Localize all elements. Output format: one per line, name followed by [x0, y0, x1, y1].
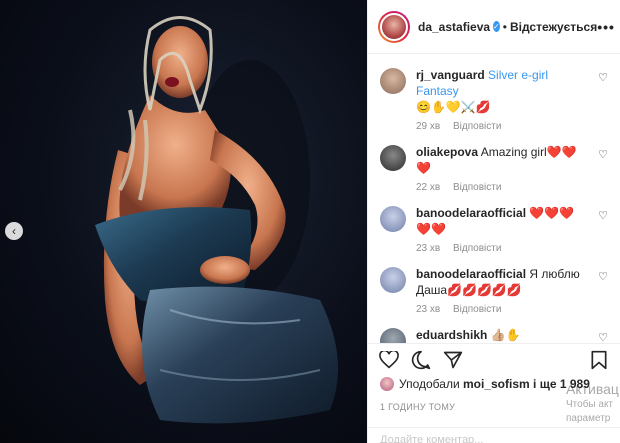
bookmark-button[interactable] — [588, 349, 610, 371]
comment-avatar[interactable] — [380, 267, 406, 293]
heart-icon[interactable]: ♡ — [598, 331, 608, 343]
comment-avatar[interactable] — [380, 328, 406, 343]
reply-button[interactable]: Відповісти — [453, 182, 501, 193]
comments-list[interactable]: rj_vanguard Silver e-girl Fantasy 😊✋💛⚔️💋… — [368, 55, 620, 343]
comment-username[interactable]: oliakepova — [416, 145, 478, 159]
comment-icon — [411, 350, 431, 370]
comment-button[interactable] — [410, 349, 432, 371]
reply-button[interactable]: Відповісти — [453, 304, 501, 315]
comment-item: banoodelaraofficial Я люблю Даша💋💋💋💋💋 23… — [380, 254, 608, 315]
comment-time: 23 хв — [416, 304, 441, 315]
author-avatar[interactable] — [378, 10, 410, 43]
comment-emoji: 😊✋💛⚔️💋 — [416, 100, 491, 114]
follow-status-button[interactable]: Відстежується — [510, 20, 597, 34]
add-comment-input[interactable]: Додайте коментар... — [368, 427, 620, 443]
heart-icon[interactable]: ♡ — [598, 209, 608, 222]
post-side-panel: da_astafieva ✓ • Відстежується ••• rj_va… — [367, 0, 620, 443]
comment-avatar[interactable] — [380, 68, 406, 94]
liker-username[interactable]: moi_sofism — [463, 377, 530, 391]
post-header: da_astafieva ✓ • Відстежується ••• — [368, 0, 620, 54]
comment-username[interactable]: eduardshikh — [416, 328, 487, 342]
separator-dot: • — [502, 19, 507, 34]
comment-time: 29 хв — [416, 121, 441, 132]
more-options-icon[interactable]: ••• — [597, 19, 615, 35]
post-time: 1 ГОДИНУ ТОМУ — [380, 402, 456, 412]
heart-icon — [379, 351, 399, 369]
comment-avatar[interactable] — [380, 145, 406, 171]
bookmark-icon — [591, 350, 607, 370]
likes-prefix: Уподобали — [399, 377, 460, 391]
comment-username[interactable]: banoodelaraofficial — [416, 267, 526, 281]
comment-avatar[interactable] — [380, 206, 406, 232]
heart-icon[interactable]: ♡ — [598, 270, 608, 283]
heart-icon[interactable]: ♡ — [598, 71, 608, 84]
watermark-title: Активац — [566, 381, 619, 397]
watermark-line1: Чтобы акт — [566, 399, 614, 410]
liker-avatar — [380, 377, 394, 391]
photo-image — [95, 16, 338, 424]
comment-text: 👍🏼✋ — [490, 328, 521, 342]
heart-icon[interactable]: ♡ — [598, 148, 608, 161]
comment-time: 22 хв — [416, 182, 441, 193]
share-button[interactable] — [442, 349, 464, 371]
reply-button[interactable]: Відповісти — [453, 243, 501, 254]
chevron-left-icon: ‹ — [12, 224, 16, 238]
previous-photo-button[interactable]: ‹ — [5, 222, 23, 240]
activation-watermark: Активац Чтобы акт параметр — [566, 380, 620, 426]
comment-item: rj_vanguard Silver e-girl Fantasy 😊✋💛⚔️💋… — [380, 55, 608, 132]
author-username[interactable]: da_astafieva — [418, 20, 490, 34]
like-button[interactable] — [378, 349, 400, 371]
watermark-line2: параметр — [566, 413, 611, 424]
verified-icon: ✓ — [493, 21, 500, 32]
share-icon — [443, 351, 463, 369]
comment-item: eduardshikh 👍🏼✋ ♡ — [380, 315, 608, 343]
comment-username[interactable]: banoodelaraofficial — [416, 206, 526, 220]
reply-button[interactable]: Відповісти — [453, 121, 501, 132]
post-photo[interactable]: ‹ — [0, 0, 367, 443]
comment-item: banoodelaraofficial ❤️❤️❤️❤️❤️ 23 хв Від… — [380, 193, 608, 254]
comment-username[interactable]: rj_vanguard — [416, 68, 485, 82]
comment-item: oliakepova Amazing girl❤️❤️❤️ 22 хв Відп… — [380, 132, 608, 193]
post-actions — [368, 343, 620, 376]
comment-time: 23 хв — [416, 243, 441, 254]
